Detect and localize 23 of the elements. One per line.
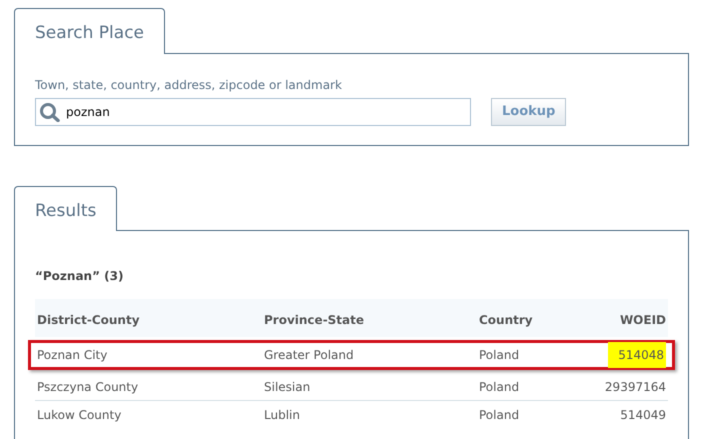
table-row[interactable]: Lukow County Lublin Poland 514049: [35, 401, 668, 429]
table-cell: Poznan City: [37, 348, 108, 362]
highlighted-row[interactable]: Poznan City Greater Poland Poland 514048: [28, 340, 675, 370]
field-label: Town, state, country, address, zipcode or landmark: [35, 76, 343, 94]
table-cell-text: 29397164: [604, 378, 666, 396]
table-cell: Poland: [479, 408, 520, 422]
search-icon: [39, 102, 61, 122]
table-row[interactable]: Pszczyna County Silesian Poland 29397164: [35, 373, 668, 401]
table-cell: Lublin: [264, 408, 300, 422]
table-cell: Poland: [479, 348, 520, 362]
column-header: WOEID: [620, 313, 666, 327]
column-header: Country: [479, 313, 533, 327]
table-cell-text: 514049: [620, 407, 666, 424]
results-summary: “Poznan” (3): [35, 268, 124, 285]
table-cell: Greater Poland: [264, 348, 354, 362]
search-field[interactable]: poznan: [35, 98, 471, 126]
table-cell: 514048: [608, 342, 666, 368]
column-header: District-County: [37, 313, 140, 327]
table-cell: Silesian: [264, 380, 310, 394]
table-cell: Lukow County: [37, 408, 122, 422]
table-cell: Poland: [479, 380, 520, 394]
column-header: Province-State: [264, 313, 364, 327]
table-cell: Pszczyna County: [37, 380, 138, 394]
